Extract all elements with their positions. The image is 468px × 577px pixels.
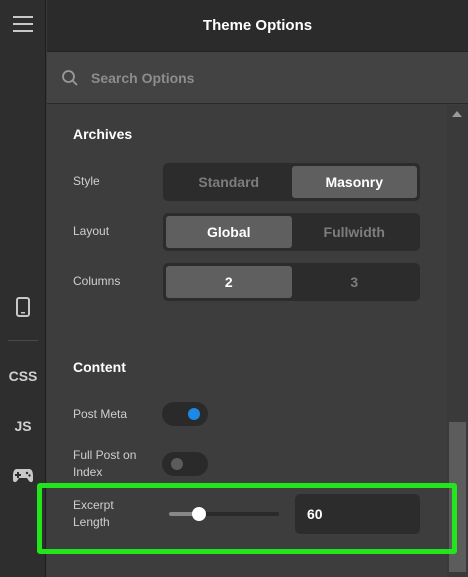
post-meta-toggle[interactable] xyxy=(162,402,208,426)
full-post-label-line2: Index xyxy=(73,465,103,479)
style-option-masonry[interactable]: Masonry xyxy=(291,166,417,198)
section-title-archives: Archives xyxy=(73,126,133,142)
full-post-label: Full Post on Index xyxy=(73,447,136,481)
post-meta-label: Post Meta xyxy=(73,407,128,421)
css-button[interactable]: CSS xyxy=(0,365,46,387)
mobile-device-icon[interactable] xyxy=(0,294,46,320)
scroll-up-arrow-icon[interactable] xyxy=(452,111,462,117)
theme-options-panel: Theme Options Archives Style Standard Ma… xyxy=(47,0,468,577)
layout-option-global[interactable]: Global xyxy=(166,216,292,248)
columns-option-3[interactable]: 3 xyxy=(292,266,418,298)
toggle-knob xyxy=(171,458,183,470)
section-title-content: Content xyxy=(73,359,126,375)
panel-title: Theme Options xyxy=(47,0,468,52)
style-option-standard[interactable]: Standard xyxy=(166,166,292,198)
excerpt-label-line1: Excerpt xyxy=(73,498,114,512)
excerpt-length-slider[interactable] xyxy=(169,507,279,521)
excerpt-length-label: Excerpt Length xyxy=(73,497,114,531)
scrollbar[interactable] xyxy=(447,105,468,577)
search-input[interactable] xyxy=(91,69,391,86)
layout-label: Layout xyxy=(73,224,110,238)
scrollbar-thumb[interactable] xyxy=(449,422,466,572)
excerpt-length-input[interactable]: 60 xyxy=(295,494,420,534)
js-button[interactable]: JS xyxy=(0,415,46,437)
columns-segmented-control: 2 3 xyxy=(163,263,420,301)
layout-option-fullwidth[interactable]: Fullwidth xyxy=(292,216,418,248)
layout-segmented-control: Global Fullwidth xyxy=(163,213,420,251)
rail-divider xyxy=(8,340,38,341)
columns-label: Columns xyxy=(73,274,121,288)
menu-icon[interactable] xyxy=(0,10,46,38)
toggle-knob xyxy=(188,408,200,420)
options-content: Archives Style Standard Masonry Layout G… xyxy=(47,105,447,577)
columns-option-2[interactable]: 2 xyxy=(166,266,292,298)
full-post-label-line1: Full Post on xyxy=(73,448,137,462)
icon-rail: CSS JS xyxy=(0,0,46,577)
excerpt-label-line2: Length xyxy=(73,515,110,529)
style-label: Style xyxy=(73,174,100,188)
search-bar xyxy=(47,52,468,104)
style-segmented-control: Standard Masonry xyxy=(163,163,420,201)
search-icon xyxy=(62,69,78,86)
slider-handle[interactable] xyxy=(191,507,206,521)
gamepad-icon[interactable] xyxy=(0,463,46,487)
full-post-toggle[interactable] xyxy=(162,452,208,476)
